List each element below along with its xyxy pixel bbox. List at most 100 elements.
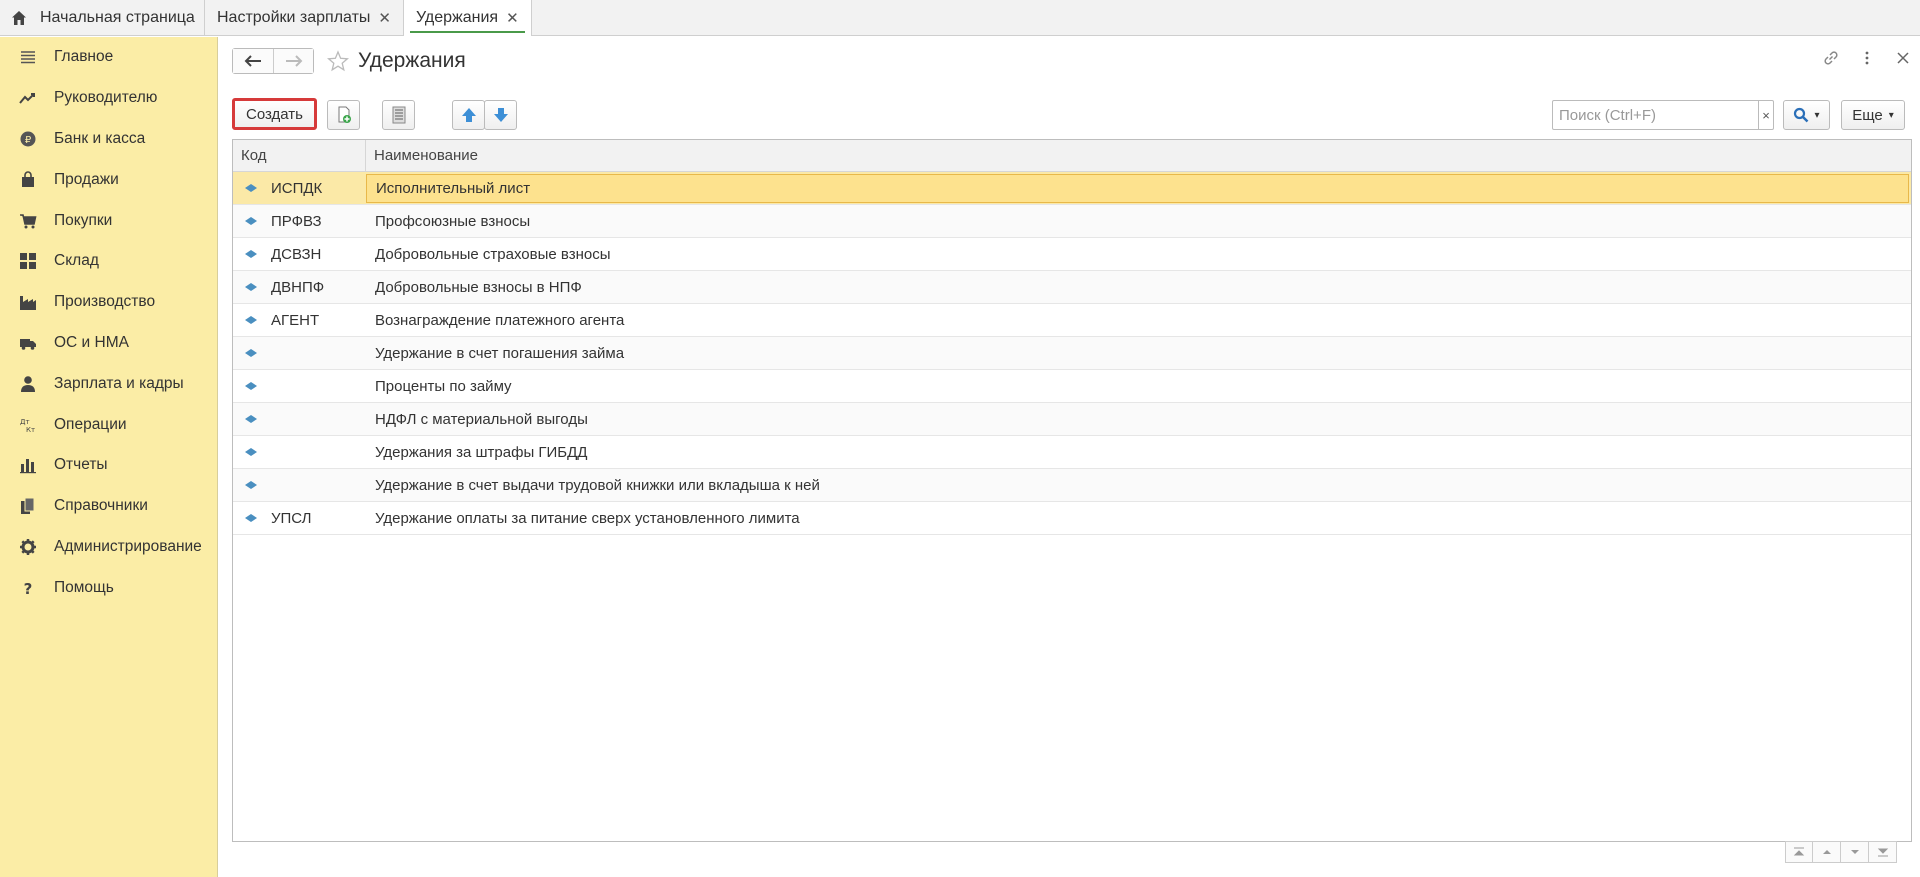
more-vertical-icon[interactable]	[1858, 49, 1876, 67]
tab-bar: Начальная страница Настройки зарплаты ✕ …	[0, 0, 1920, 36]
sidebar-item-label: Производство	[54, 293, 156, 311]
close-window-icon[interactable]	[1894, 49, 1912, 67]
cell-name: Добровольные страховые взносы	[375, 245, 611, 263]
sidebar-item-label: Зарплата и кадры	[54, 374, 184, 392]
sidebar-item-label: Справочники	[54, 497, 148, 515]
bag-icon	[18, 170, 38, 190]
sidebar-item-bank[interactable]: ₽ Банк и касса	[0, 119, 217, 160]
sidebar-item-production[interactable]: Производство	[0, 282, 217, 323]
cell-name: Вознаграждение платежного агента	[375, 311, 625, 329]
column-header-name[interactable]: Наименование	[366, 140, 1911, 171]
search-input[interactable]	[1553, 101, 1758, 129]
cart-icon	[18, 211, 38, 231]
cell-code: ДВНПФ	[271, 278, 325, 296]
table-row[interactable]: ИСПДК Исполнительный лист	[233, 172, 1911, 205]
sidebar-item-label: Отчеты	[54, 456, 108, 474]
sidebar-item-label: Склад	[54, 252, 99, 270]
sidebar-item-purchases[interactable]: Покупки	[0, 200, 217, 241]
item-diamond-icon	[243, 446, 259, 458]
table-row[interactable]: УПСЛ Удержание оплаты за питание сверх у…	[233, 502, 1911, 535]
sidebar-item-sales[interactable]: Продажи	[0, 159, 217, 200]
sidebar-item-label: Операции	[54, 415, 127, 433]
table-row[interactable]: ПРФВЗ Профсоюзные взносы	[233, 205, 1911, 238]
close-icon[interactable]: ✕	[506, 9, 519, 27]
sidebar-item-help[interactable]: ? Помощь	[0, 567, 217, 608]
cell-name: Удержание в счет выдачи трудовой книжки …	[375, 476, 820, 494]
item-diamond-icon	[243, 314, 259, 326]
sidebar-item-warehouse[interactable]: Склад	[0, 241, 217, 282]
menu-icon	[18, 47, 38, 67]
item-diamond-icon	[243, 281, 259, 293]
item-diamond-icon	[243, 215, 259, 227]
toolbar: Создать × ▾ Еще ▾	[232, 97, 1912, 131]
item-diamond-icon	[243, 380, 259, 392]
copy-icon	[338, 106, 351, 123]
table-row[interactable]: Удержания за штрафы ГИБДД	[233, 436, 1911, 469]
scroll-buttons	[1785, 841, 1897, 863]
cell-name: Удержание в счет погашения займа	[375, 344, 625, 362]
sidebar-item-label: Банк и касса	[54, 129, 146, 147]
forward-button[interactable]	[273, 49, 313, 73]
scroll-down-button[interactable]	[1841, 841, 1869, 863]
cell-code: ИСПДК	[271, 179, 323, 197]
move-up-button[interactable]	[452, 100, 485, 130]
back-button[interactable]	[233, 49, 273, 73]
column-header-code[interactable]: Код	[233, 140, 366, 171]
link-icon[interactable]	[1822, 49, 1840, 67]
item-diamond-icon	[243, 347, 259, 359]
sidebar-item-operations[interactable]: Дт Кт Операции	[0, 404, 217, 445]
copy-button[interactable]	[327, 100, 360, 130]
truck-icon	[18, 333, 38, 353]
sidebar-item-admin[interactable]: Администрирование	[0, 527, 217, 568]
cell-name: Проценты по займу	[375, 377, 512, 395]
table-body: ИСПДК Исполнительный лист ПРФВЗ Профсоюз…	[233, 172, 1911, 535]
scroll-up-button[interactable]	[1813, 841, 1841, 863]
more-label: Еще	[1852, 106, 1883, 124]
sidebar-item-label: Продажи	[54, 170, 119, 188]
table-row[interactable]: Удержание в счет выдачи трудовой книжки …	[233, 469, 1911, 502]
ruble-icon: ₽	[18, 129, 38, 149]
table-row[interactable]: ДСВЗН Добровольные страховые взносы	[233, 238, 1911, 271]
table-row[interactable]: Проценты по займу	[233, 370, 1911, 403]
bar-chart-icon	[18, 455, 38, 475]
move-down-button[interactable]	[484, 100, 517, 130]
tab-home[interactable]: Начальная страница	[0, 0, 205, 36]
arrow-left-icon	[244, 55, 261, 67]
scroll-bottom-button[interactable]	[1869, 841, 1897, 863]
scroll-top-button[interactable]	[1785, 841, 1813, 863]
arrow-right-icon	[285, 55, 302, 67]
item-diamond-icon	[243, 248, 259, 260]
clear-search-button[interactable]: ×	[1758, 101, 1773, 129]
sidebar-item-label: Руководителю	[54, 89, 158, 107]
sidebar-item-assets[interactable]: ОС и НМА	[0, 323, 217, 364]
table-header: Код Наименование	[233, 140, 1911, 172]
sidebar-item-salary[interactable]: Зарплата и кадры	[0, 363, 217, 404]
sidebar-item-reports[interactable]: Отчеты	[0, 445, 217, 486]
cell-name: НДФЛ с материальной выгоды	[375, 410, 588, 428]
list-button[interactable]	[382, 100, 415, 130]
item-diamond-icon	[243, 182, 259, 194]
sidebar-item-label: Покупки	[54, 211, 113, 229]
more-button[interactable]: Еще ▾	[1841, 100, 1905, 130]
table-row[interactable]: ДВНПФ Добровольные взносы в НПФ	[233, 271, 1911, 304]
sidebar-item-label: Помощь	[54, 578, 114, 596]
sidebar-item-manager[interactable]: Руководителю	[0, 78, 217, 119]
sidebar-item-catalogs[interactable]: Справочники	[0, 486, 217, 527]
table-row[interactable]: Удержание в счет погашения займа	[233, 337, 1911, 370]
tab-deductions[interactable]: Удержания ✕	[403, 0, 532, 36]
title-bar: Удержания	[232, 47, 1912, 75]
item-diamond-icon	[243, 413, 259, 425]
chevron-down-icon: ▾	[1888, 109, 1894, 121]
tab-label: Удержания	[415, 9, 499, 26]
sidebar-item-label: ОС и НМА	[54, 333, 129, 351]
create-button[interactable]: Создать	[232, 98, 317, 130]
favorite-star-icon[interactable]	[326, 49, 350, 73]
table-row[interactable]: АГЕНТ Вознаграждение платежного агента	[233, 304, 1911, 337]
tab-salary-settings[interactable]: Настройки зарплаты ✕	[205, 0, 404, 36]
search-button[interactable]: ▾	[1783, 100, 1830, 130]
table-row[interactable]: НДФЛ с материальной выгоды	[233, 403, 1911, 436]
sidebar-item-main[interactable]: Главное	[0, 37, 217, 78]
close-icon[interactable]: ✕	[378, 9, 391, 27]
window-controls	[1822, 49, 1912, 67]
cell-name: Добровольные взносы в НПФ	[375, 278, 582, 296]
